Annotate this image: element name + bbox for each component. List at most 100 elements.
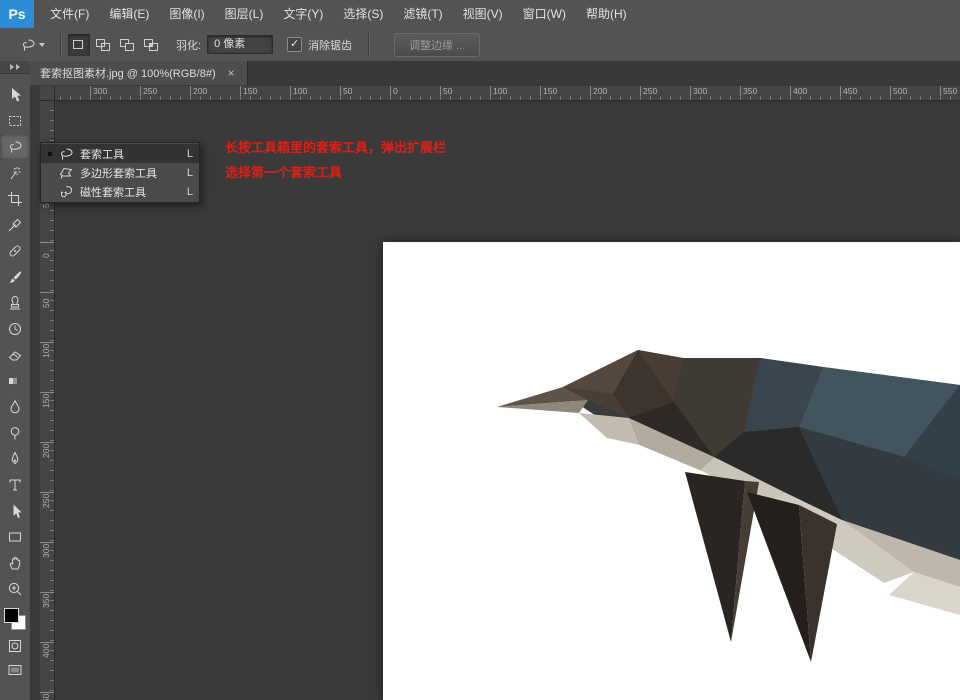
healing-brush-icon [7,243,23,259]
history-brush-icon [7,321,23,337]
chevron-down-icon [39,43,45,47]
type-icon [7,477,23,493]
tool-history-brush[interactable] [0,316,30,342]
tool-brush[interactable] [0,264,30,290]
tool-clone-stamp[interactable] [0,290,30,316]
hruler-label: 300 [90,86,107,100]
tool-rectangular-marquee[interactable] [0,108,30,134]
tool-preset-picker[interactable] [10,33,54,57]
flyout-item-shortcut: L [187,148,193,160]
polygon-lasso-icon [58,165,74,181]
tool-path-selection[interactable] [0,498,30,524]
hruler-label: 50 [340,86,352,100]
document-canvas[interactable] [383,242,960,700]
vruler-label: 450 [41,694,51,700]
separator [60,33,62,57]
tool-healing-brush[interactable] [0,238,30,264]
menubar-item-6[interactable]: 滤镜(T) [393,0,452,28]
vruler-label: 50 [41,299,51,308]
lasso-icon [20,37,36,53]
intersect-selection-icon [143,37,159,53]
antialias-checkbox[interactable]: ✓ [287,37,302,52]
tool-lasso[interactable] [0,134,30,160]
flyout-item-0[interactable]: 套索工具 L [41,144,199,163]
tool-magic-wand[interactable] [0,160,30,186]
options-bar: 羽化: 0 像素 ✓ 消除锯齿 调整边缘 ... [0,28,960,62]
dodge-icon [7,425,23,441]
add-selection-icon [95,37,111,53]
menubar-item-7[interactable]: 视图(V) [453,0,513,28]
crop-icon [7,191,23,207]
feather-input[interactable]: 0 像素 [207,35,273,54]
tool-zoom[interactable] [0,576,30,602]
annotation-line-1: 长按工具箱里的套索工具，弹出扩展栏 [225,135,446,160]
flyout-item-1[interactable]: 多边形套索工具 L [41,163,199,182]
annotation-text: 长按工具箱里的套索工具，弹出扩展栏 选择第一个套索工具 [225,135,446,185]
screen-mode-button[interactable] [0,658,30,682]
document-tab[interactable]: 套索抠图素材.jpg @ 100%(RGB/8#) × [30,61,248,85]
antialias-label: 消除锯齿 [308,37,352,53]
hruler-label: 250 [640,86,657,100]
tool-gradient[interactable] [0,368,30,394]
hruler-label: 350 [740,86,757,100]
hruler-label: 550 [940,86,957,100]
tool-pen[interactable] [0,446,30,472]
hruler-label: 50 [440,86,452,100]
eraser-icon [7,347,23,363]
blur-icon [7,399,23,415]
menubar-item-3[interactable]: 图层(L) [215,0,274,28]
new-selection-button[interactable] [68,34,90,56]
flyout-item-shortcut: L [187,186,193,198]
horizontal-ruler[interactable]: 3002502001501005005010015020025030035040… [40,86,960,101]
tool-shape[interactable] [0,524,30,550]
hruler-label: 0 [390,86,398,100]
move-icon [7,87,23,103]
color-swatches[interactable] [0,606,30,634]
screen-mode-icon [7,662,23,678]
menubar-item-8[interactable]: 窗口(W) [513,0,576,28]
photoshop-logo: Ps [0,0,34,28]
flyout-item-2[interactable]: 磁性套索工具 L [41,182,199,201]
vruler-label: 150 [41,394,51,408]
hruler-label: 150 [540,86,557,100]
refine-edge-button[interactable]: 调整边缘 ... [394,33,480,57]
intersect-selection-button[interactable] [140,34,162,56]
foreground-color-swatch[interactable] [4,608,19,623]
menubar-item-9[interactable]: 帮助(H) [576,0,637,28]
antialias-option[interactable]: ✓ 消除锯齿 [287,37,352,53]
eyedropper-icon [7,217,23,233]
vruler-tick [40,242,54,243]
tool-blur[interactable] [0,394,30,420]
lasso-icon [7,139,23,155]
vruler-label: 250 [41,494,51,508]
menubar-item-1[interactable]: 编辑(E) [99,0,159,28]
hruler-label: 400 [790,86,807,100]
quick-mask-button[interactable] [0,634,30,658]
new-selection-icon [71,37,87,53]
close-icon[interactable]: × [226,66,237,80]
flyout-item-shortcut: L [187,167,193,179]
tool-eraser[interactable] [0,342,30,368]
menubar-item-2[interactable]: 图像(I) [159,0,214,28]
tool-type[interactable] [0,472,30,498]
tool-crop[interactable] [0,186,30,212]
flyout-item-label: 多边形套索工具 [80,165,183,181]
flyout-item-label: 磁性套索工具 [80,184,183,200]
tool-dodge[interactable] [0,420,30,446]
tool-hand[interactable] [0,550,30,576]
menubar-item-5[interactable]: 选择(S) [333,0,393,28]
tool-eyedropper[interactable] [0,212,30,238]
flyout-item-label: 套索工具 [80,146,183,162]
subtract-selection-button[interactable] [116,34,138,56]
menubar-item-4[interactable]: 文字(Y) [273,0,333,28]
tool-move[interactable] [0,82,30,108]
menubar-item-0[interactable]: 文件(F) [40,0,99,28]
vruler-label: 100 [41,344,51,358]
add-selection-button[interactable] [92,34,114,56]
vruler-label: 350 [41,594,51,608]
document-tab-bar: 套索抠图素材.jpg @ 100%(RGB/8#) × [30,61,960,86]
magic-wand-icon [7,165,23,181]
workspace: 3002502001501005005010015020025030035040… [30,85,960,700]
toolbar-collapse-button[interactable] [0,61,30,74]
clone-stamp-icon [7,295,23,311]
